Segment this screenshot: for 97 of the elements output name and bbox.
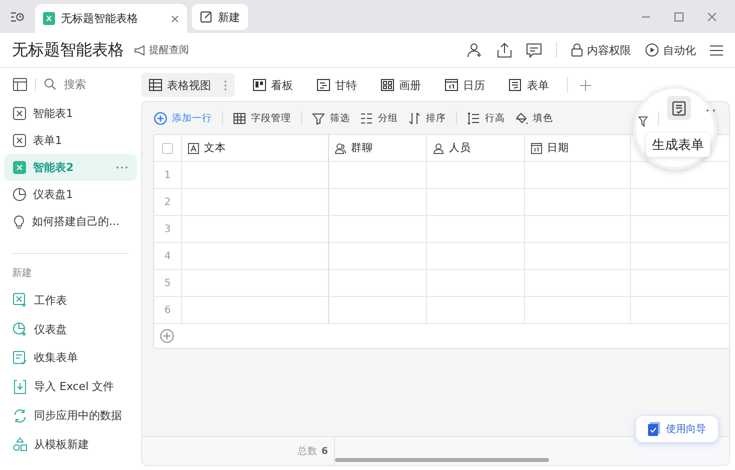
view-tab[interactable]: 表单 xyxy=(503,73,555,97)
window-tab[interactable]: 新建 xyxy=(192,4,248,30)
more-icon[interactable] xyxy=(224,80,227,90)
create-item[interactable]: 收集表单 xyxy=(4,344,137,372)
text-icon xyxy=(188,142,199,154)
view-tab[interactable]: 画册 xyxy=(375,73,427,97)
add-person-icon[interactable] xyxy=(467,42,483,58)
row-number: 1 xyxy=(164,170,171,180)
pie-chart-icon xyxy=(13,188,26,201)
toolbar-button[interactable]: 筛选 xyxy=(312,112,350,124)
view-tab[interactable]: 甘特 xyxy=(311,73,363,97)
header-action[interactable]: 自动化 xyxy=(645,42,696,58)
sheet-icon xyxy=(13,293,27,308)
generate-form-button[interactable] xyxy=(667,96,691,120)
toolbar-button[interactable]: 添加一行 xyxy=(154,112,212,124)
sidebar-item[interactable]: 如何搭建自己的... xyxy=(4,208,137,235)
group-icon xyxy=(360,112,373,124)
section-heading: 新建 xyxy=(11,266,33,280)
calendar-icon xyxy=(531,142,542,154)
add-row-icon[interactable] xyxy=(160,329,174,343)
window-tab[interactable]: 无标题智能表格 xyxy=(35,4,187,33)
guide-icon xyxy=(648,422,660,436)
share-icon[interactable] xyxy=(497,42,512,58)
sync-icon xyxy=(13,408,27,423)
guide-button[interactable]: 使用向导 xyxy=(635,415,719,443)
sheet-icon xyxy=(13,107,26,120)
lightbulb-icon xyxy=(13,214,25,228)
sheet-icon xyxy=(13,134,26,147)
play-icon xyxy=(645,43,659,57)
column-header[interactable]: 人员 xyxy=(427,135,525,161)
close-icon[interactable] xyxy=(171,14,179,22)
toolbar-button[interactable]: 行高 xyxy=(467,112,505,124)
toolbar-button[interactable]: 字段管理 xyxy=(233,112,291,124)
header-action[interactable]: 内容权限 xyxy=(571,42,631,58)
create-item[interactable]: 从模板新建 xyxy=(4,430,137,459)
row-height-icon xyxy=(467,112,480,124)
row-number: 5 xyxy=(164,278,171,288)
scrollbar[interactable] xyxy=(335,458,549,462)
toolbar-button[interactable]: 填色 xyxy=(515,112,553,124)
column-header[interactable]: 文本 xyxy=(182,135,329,161)
row-number: 2 xyxy=(164,196,171,208)
row-number: 3 xyxy=(164,224,171,234)
history-icon[interactable] xyxy=(10,10,24,22)
comment-icon[interactable] xyxy=(526,42,542,58)
total-count: 总数 6 xyxy=(142,437,335,465)
sort-icon xyxy=(408,112,421,124)
pie-chart-icon xyxy=(13,322,27,336)
grid-icon xyxy=(233,112,246,124)
edit-icon xyxy=(200,11,212,23)
fill-icon xyxy=(515,112,528,124)
group-icon xyxy=(335,142,346,154)
form-icon xyxy=(672,100,686,116)
sidebar-item[interactable]: 智能表1 xyxy=(4,100,137,127)
import-icon xyxy=(13,380,27,394)
sheet-icon xyxy=(43,12,55,25)
create-item[interactable]: 仪表盘 xyxy=(4,314,137,344)
create-item[interactable]: 同步应用中的数据 xyxy=(4,401,137,430)
toolbar-button[interactable]: 排序 xyxy=(408,112,446,124)
add-icon xyxy=(154,112,167,124)
lock-icon xyxy=(571,43,583,57)
more-icon[interactable] xyxy=(116,166,128,169)
create-item[interactable]: 工作表 xyxy=(4,286,137,315)
grid-icon xyxy=(149,79,162,91)
row-number: 4 xyxy=(164,250,171,262)
board-icon xyxy=(253,79,266,91)
more-icon[interactable] xyxy=(706,109,716,112)
view-tab[interactable]: 看板 xyxy=(247,73,299,97)
toolbar-button[interactable]: 分组 xyxy=(360,112,398,124)
search-icon[interactable] xyxy=(44,78,56,90)
sidebar-item[interactable]: 表单1 xyxy=(4,127,137,154)
search-field[interactable]: 搜索 xyxy=(62,76,136,92)
select-all-checkbox[interactable] xyxy=(162,142,173,154)
form-icon xyxy=(13,350,27,365)
album-icon xyxy=(381,79,394,91)
shapes-icon xyxy=(13,437,27,452)
row-number: 6 xyxy=(164,304,171,316)
megaphone-icon xyxy=(134,44,146,56)
menu-icon[interactable] xyxy=(710,44,723,56)
sheet-icon xyxy=(13,161,26,174)
calendar-icon xyxy=(445,79,458,91)
column-header[interactable]: 日期 xyxy=(525,135,631,161)
view-tab[interactable]: 表格视图 xyxy=(141,73,235,97)
close-icon[interactable] xyxy=(707,12,717,22)
sidebar-toggle-icon[interactable] xyxy=(13,78,27,90)
form-icon xyxy=(509,79,522,91)
maximize-icon[interactable] xyxy=(674,12,684,22)
document-title: 无标题智能表格 xyxy=(12,40,124,60)
tooltip: 生成表单 xyxy=(646,133,710,157)
filter-icon xyxy=(312,112,325,124)
add-view-icon[interactable] xyxy=(580,80,591,90)
person-icon xyxy=(433,142,444,154)
create-item[interactable]: 导入 Excel 文件 xyxy=(4,372,137,402)
remind-link[interactable]: 提醒查阅 xyxy=(134,43,189,57)
view-tab[interactable]: 日历 xyxy=(439,73,491,97)
column-header[interactable]: 群聊 xyxy=(329,135,427,161)
gantt-icon xyxy=(317,79,330,91)
sidebar-item[interactable]: 仪表盘1 xyxy=(4,181,137,208)
